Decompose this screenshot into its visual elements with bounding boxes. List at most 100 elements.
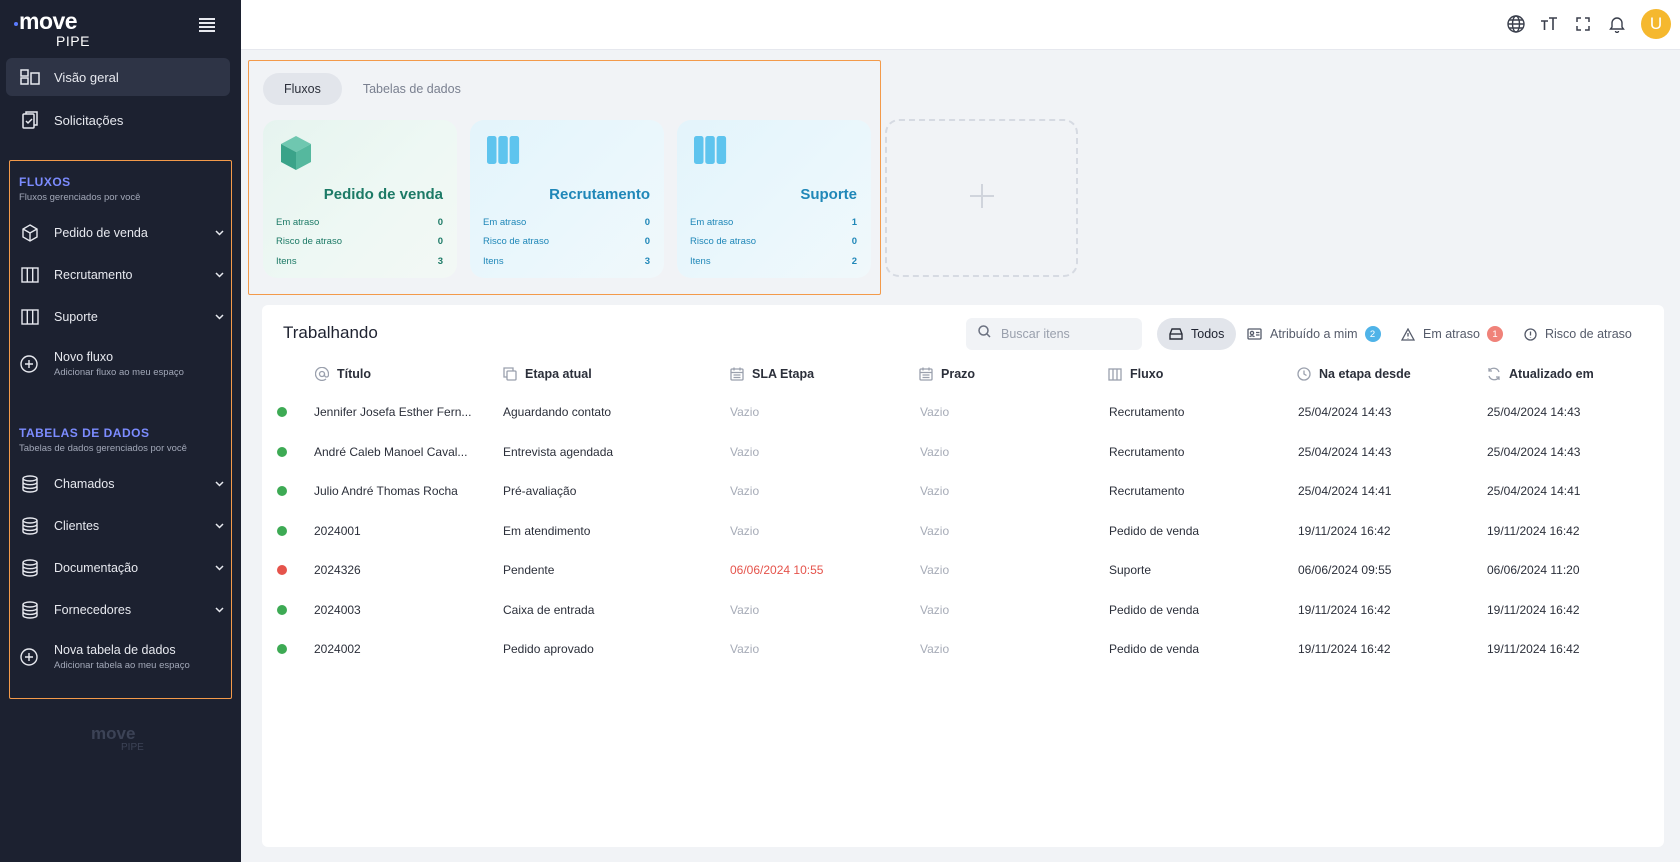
cell-etapa: Pedido aprovado <box>503 642 594 656</box>
cell-sla: Vazio <box>730 642 760 656</box>
globe-icon[interactable] <box>1506 14 1526 34</box>
inbox-icon <box>1169 328 1183 340</box>
cell-sla: Vazio <box>730 484 760 498</box>
new-table-button[interactable]: Nova tabela de dados Adicionar tabela ao… <box>20 643 226 671</box>
flow-card-pedido-de-venda[interactable]: Pedido de venda Em atraso 0 Risco de atra… <box>263 120 457 278</box>
column-prazo[interactable]: Prazo <box>919 367 975 381</box>
clock-icon <box>1297 367 1311 381</box>
plus-icon <box>969 183 995 214</box>
chevron-down-icon[interactable] <box>214 270 224 280</box>
info-circle-icon <box>1524 327 1537 341</box>
add-flow-card[interactable] <box>885 119 1078 277</box>
column-atualizado-em[interactable]: Atualizado em <box>1487 367 1594 381</box>
chevron-down-icon[interactable] <box>214 312 224 322</box>
flow-card-row: Em atraso 0 <box>276 217 443 228</box>
cell-desde: 19/11/2024 16:42 <box>1298 524 1391 538</box>
cell-titulo: Julio André Thomas Rocha <box>314 484 458 498</box>
cell-prazo: Vazio <box>920 484 950 498</box>
cell-etapa: Caixa de entrada <box>503 603 595 617</box>
cell-etapa: Entrevista agendada <box>503 445 614 459</box>
cell-fluxo: Pedido de venda <box>1109 603 1200 617</box>
cell-etapa: Aguardando contato <box>503 405 612 419</box>
status-dot <box>277 447 287 457</box>
chevron-down-icon[interactable] <box>214 479 224 489</box>
cell-atualizado: 25/04/2024 14:41 <box>1487 484 1581 498</box>
new-flow-button[interactable]: Novo fluxo Adicionar fluxo ao meu espaço <box>20 350 226 378</box>
new-flow-subtitle: Adicionar fluxo ao meu espaço <box>54 367 184 378</box>
table-row[interactable]: André Caleb Manoel Caval... Entrevista a… <box>262 437 1664 467</box>
filter-atribuido[interactable]: Atribuído a mim 2 <box>1247 318 1381 350</box>
sidebar-flow-suporte[interactable]: Suporte <box>20 302 226 332</box>
working-title: Trabalhando <box>283 323 378 342</box>
flow-card-row: Risco de atraso 0 <box>690 236 857 247</box>
chevron-down-icon[interactable] <box>214 563 224 573</box>
cell-fluxo: Pedido de venda <box>1109 524 1200 538</box>
app-logo[interactable]: move PIPE <box>14 10 90 48</box>
flow-card-title: Recrutamento <box>549 186 650 203</box>
footer-logo: move PIPE <box>91 724 144 753</box>
flow-card-row: Itens 3 <box>276 256 443 267</box>
cell-prazo: Vazio <box>920 563 950 577</box>
search-box[interactable] <box>966 318 1142 350</box>
avatar[interactable]: U <box>1641 9 1671 39</box>
sidebar-flow-pedido-de-venda[interactable]: Pedido de venda <box>20 218 226 248</box>
column-etapa-atual[interactable]: Etapa atual <box>503 367 592 381</box>
cell-titulo: 2024001 <box>314 524 361 538</box>
tab-tabelas-de-dados[interactable]: Tabelas de dados <box>342 73 482 105</box>
tab-fluxos[interactable]: Fluxos <box>263 73 342 105</box>
flows-tabs: Fluxos Tabelas de dados <box>263 73 482 105</box>
tables-section-title: TABELAS DE DADOS <box>19 426 150 440</box>
flow-card-row: Itens 2 <box>690 256 857 267</box>
assigned-count-badge: 2 <box>1364 326 1381 342</box>
database-icon <box>20 516 40 536</box>
table-row[interactable]: Jennifer Josefa Esther Fern... Aguardand… <box>262 397 1664 427</box>
filter-todos[interactable]: Todos <box>1157 318 1237 350</box>
flow-card-suporte[interactable]: Suporte Em atraso 1 Risco de atraso 0 Iten… <box>677 120 871 278</box>
cell-atualizado: 19/11/2024 16:42 <box>1487 642 1580 656</box>
status-dot <box>277 644 287 654</box>
sidebar-item-label: Clientes <box>54 519 100 533</box>
sidebar-table-chamados[interactable]: Chamados <box>20 469 226 499</box>
flow-card-recrutamento[interactable]: Recrutamento Em atraso 0 Risco de atraso 0… <box>470 120 664 278</box>
columns-icon <box>20 307 40 327</box>
table-row[interactable]: 2024326 Pendente 06/06/2024 10:55 Vazio … <box>262 555 1664 585</box>
search-input[interactable] <box>1001 327 1121 341</box>
filter-risco-de-atraso[interactable]: Risco de atraso <box>1524 318 1632 350</box>
column-sla-etapa[interactable]: SLA Etapa <box>730 367 814 381</box>
nav-visao-geral[interactable]: Visão geral <box>6 58 230 96</box>
cell-atualizado: 25/04/2024 14:43 <box>1487 445 1581 459</box>
sidebar-table-clientes[interactable]: Clientes <box>20 511 226 541</box>
working-panel: Trabalhando Todos Atribuído a mim 2 Em a… <box>262 305 1664 847</box>
database-icon <box>20 600 40 620</box>
filter-em-atraso[interactable]: Em atraso 1 <box>1401 318 1503 350</box>
cell-desde: 25/04/2024 14:41 <box>1298 484 1392 498</box>
font-size-icon[interactable] <box>1539 14 1559 34</box>
chevron-down-icon[interactable] <box>214 605 224 615</box>
fullscreen-icon[interactable] <box>1573 14 1593 34</box>
table-row[interactable]: 2024002 Pedido aprovado Vazio Vazio Pedi… <box>262 634 1664 664</box>
status-dot <box>277 526 287 536</box>
sidebar-table-fornecedores[interactable]: Fornecedores <box>20 595 226 625</box>
table-row[interactable]: Julio André Thomas Rocha Pré-avaliação V… <box>262 476 1664 506</box>
nav-solicitacoes[interactable]: Solicitações <box>6 101 230 139</box>
flow-card-title: Pedido de venda <box>323 186 443 203</box>
cell-titulo: 2024002 <box>314 642 361 656</box>
chevron-down-icon[interactable] <box>214 228 224 238</box>
cell-atualizado: 19/11/2024 16:42 <box>1487 603 1580 617</box>
table-row[interactable]: 2024003 Caixa de entrada Vazio Vazio Ped… <box>262 595 1664 625</box>
column-titulo[interactable]: Título <box>315 367 371 381</box>
table-row[interactable]: 2024001 Em atendimento Vazio Vazio Pedid… <box>262 516 1664 546</box>
menu-icon[interactable] <box>199 18 215 32</box>
sidebar-table-documentacao[interactable]: Documentação <box>20 553 226 583</box>
chevron-down-icon[interactable] <box>214 521 224 531</box>
bell-icon[interactable] <box>1607 14 1627 34</box>
flow-card-row: Itens 3 <box>483 256 650 267</box>
sidebar-item-label: Pedido de venda <box>54 226 148 240</box>
sidebar-flow-recrutamento[interactable]: Recrutamento <box>20 260 226 290</box>
column-fluxo[interactable]: Fluxo <box>1108 367 1163 381</box>
cell-sla: Vazio <box>730 445 760 459</box>
cell-prazo: Vazio <box>920 524 950 538</box>
calendar-icon <box>730 367 744 381</box>
flows-section-subtitle: Fluxos gerenciados por você <box>19 192 141 203</box>
column-na-etapa-desde[interactable]: Na etapa desde <box>1297 367 1411 381</box>
